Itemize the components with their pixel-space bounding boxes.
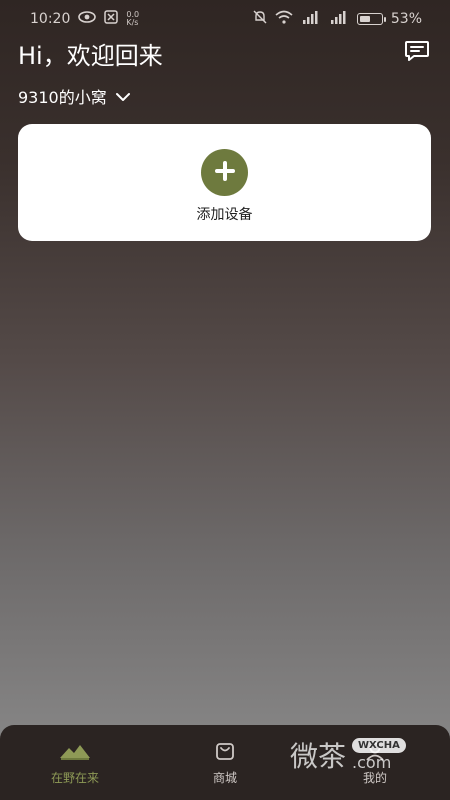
shopping-bag-icon	[214, 739, 236, 763]
tab-shop-label: 商城	[212, 771, 237, 785]
status-bar: 10:20 0.0 K/s 53%	[0, 0, 450, 38]
home-selector[interactable]: 9310的小窝	[18, 84, 131, 108]
message-button[interactable]	[403, 40, 431, 66]
net-speed: 0.0 K/s	[126, 11, 139, 27]
add-device-button[interactable]	[201, 149, 248, 196]
add-device-label: 添加设备	[196, 207, 253, 223]
vpn-icon	[104, 10, 119, 28]
chevron-down-icon	[115, 87, 131, 106]
home-name: 9310的小窝	[18, 88, 107, 107]
net-speed-unit: K/s	[126, 18, 139, 27]
bottom-tab-bar: 在野在来 商城 我的	[0, 725, 450, 800]
plus-icon	[214, 160, 236, 186]
status-time: 10:20	[30, 11, 71, 27]
tab-home-label: 在野在来	[50, 771, 99, 785]
wifi-icon	[275, 10, 293, 28]
tab-profile-label: 我的	[362, 771, 387, 785]
greeting-title: Hi，欢迎回来	[18, 42, 163, 70]
tab-home[interactable]: 在野在来	[15, 739, 135, 786]
eye-icon	[78, 11, 97, 27]
battery-icon	[356, 13, 386, 25]
battery-fill	[359, 16, 371, 22]
mute-icon	[253, 10, 267, 28]
tab-profile[interactable]: 我的	[315, 739, 435, 786]
tent-icon	[59, 739, 91, 763]
status-left: 10:20 0.0 K/s	[30, 10, 139, 28]
signal-5g-icon	[301, 10, 321, 28]
battery-percent: 53%	[390, 11, 422, 27]
status-right: 53%	[253, 10, 422, 28]
add-device-card[interactable]: 添加设备	[18, 124, 431, 241]
message-icon	[404, 40, 430, 66]
signal-4g-icon	[329, 10, 349, 28]
profile-icon	[364, 739, 386, 763]
tab-shop[interactable]: 商城	[165, 739, 285, 786]
